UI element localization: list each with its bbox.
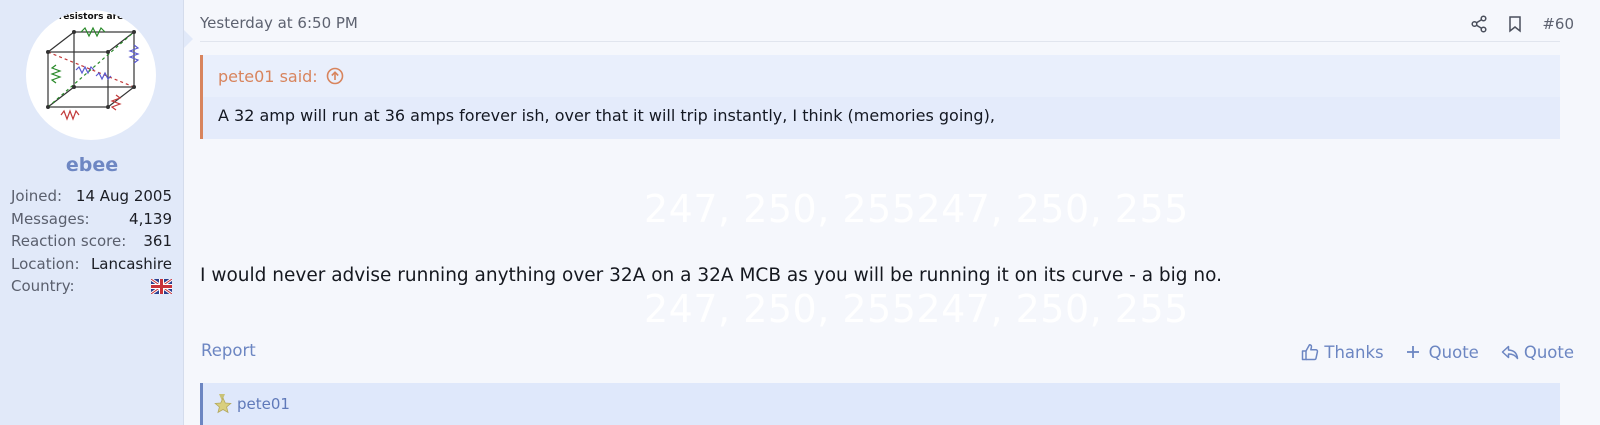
- quote-block: pete01 said: A 32 amp will run at 36 amp…: [200, 55, 1560, 139]
- resistor-cube-diagram-icon: [46, 26, 140, 121]
- thanks-label: Thanks: [1324, 342, 1384, 362]
- stat-value: 14 Aug 2005: [75, 187, 172, 206]
- stat-label: Joined:: [11, 187, 63, 206]
- report-link[interactable]: Report: [201, 341, 256, 360]
- thanks-button[interactable]: Thanks: [1301, 342, 1384, 362]
- bookmark-icon[interactable]: [1506, 15, 1524, 33]
- forum-post: . resistors are . ebee Joined: 14 Aug 20…: [0, 0, 1600, 425]
- uk-flag-icon: [150, 277, 173, 295]
- post-date-link[interactable]: Yesterday at 6:50 PM: [200, 14, 358, 32]
- reactions-bar: pete01: [200, 383, 1560, 425]
- header-divider: [200, 41, 1560, 42]
- plus-icon: [1406, 343, 1424, 361]
- stat-label: Country:: [11, 277, 75, 296]
- stat-country: Country:: [11, 275, 173, 298]
- stat-joined: Joined: 14 Aug 2005: [11, 185, 172, 208]
- multi-quote-label: Quote: [1428, 342, 1479, 362]
- post-main: Yesterday at 6:50 PM #60 pete01 said: A …: [186, 0, 1600, 425]
- stat-label: Reaction score:: [11, 232, 127, 251]
- stat-reaction-score: Reaction score: 361: [11, 230, 172, 253]
- stat-messages: Messages: 4,139: [11, 208, 172, 231]
- quote-author-link[interactable]: pete01 said:: [218, 67, 318, 86]
- stat-location: Location: Lancashire: [11, 253, 172, 276]
- stat-label: Messages:: [11, 209, 90, 228]
- post-footer-actions: Thanks Quote Quote: [1301, 339, 1574, 365]
- username-link[interactable]: ebee: [0, 154, 184, 176]
- hidden-text: 247, 250, 255247, 250, 255: [644, 187, 1189, 231]
- share-icon[interactable]: [1470, 15, 1488, 33]
- thumbs-up-icon: [1301, 343, 1319, 361]
- stat-label: Location:: [11, 254, 80, 273]
- post-message: I would never advise running anything ov…: [200, 265, 1223, 286]
- reply-quote-label: Quote: [1523, 342, 1574, 362]
- avatar[interactable]: . resistors are .: [26, 10, 156, 140]
- reply-quote-button[interactable]: Quote: [1501, 343, 1574, 362]
- multi-quote-button[interactable]: Quote: [1406, 343, 1479, 362]
- avatar-caption: . resistors are .: [52, 12, 130, 22]
- user-sidebar: . resistors are . ebee Joined: 14 Aug 20…: [0, 0, 193, 425]
- stat-value: 361: [143, 232, 172, 251]
- stat-value: Lancashire: [90, 254, 172, 273]
- arrow-up-circle-icon[interactable]: [326, 67, 344, 85]
- user-stats: Joined: 14 Aug 2005 Messages: 4,139 Reac…: [11, 185, 173, 298]
- medal-icon: [213, 393, 233, 415]
- quote-header: pete01 said:: [203, 55, 1560, 97]
- stat-value: 4,139: [129, 209, 172, 228]
- hidden-text: 247, 250, 255247, 250, 255: [644, 287, 1189, 331]
- reply-arrow-icon: [1501, 343, 1519, 361]
- quote-text: A 32 amp will run at 36 amps forever ish…: [218, 106, 995, 125]
- post-number-link[interactable]: #60: [1542, 15, 1574, 33]
- post-header-actions: #60: [1470, 12, 1574, 36]
- reaction-user-link[interactable]: pete01: [237, 395, 290, 413]
